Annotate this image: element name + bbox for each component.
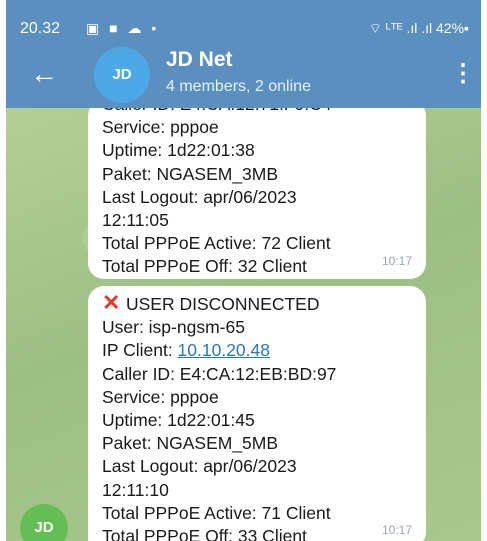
chat-title[interactable]: JD Net [166, 48, 233, 72]
notification-icons: ▣ ■ ☁ • [86, 20, 160, 36]
message-time: 10:17 [381, 522, 412, 537]
status-time: 20.32 [20, 20, 61, 37]
back-arrow-icon[interactable]: ← [26, 56, 62, 92]
message-line: Paket: NGASEM_5MB [102, 433, 279, 454]
message-bubble[interactable]: ✕ USER DISCONNECTED User: isp-ngsm-65 IP … [88, 286, 426, 541]
chat-messages-area[interactable]: Caller ID: E4:CA:12:71:F9:C4 Service: pp… [6, 108, 481, 541]
signal-battery-indicator: ⌔ ᴸᵀᴱ .ıl .ıl 42%▪ [368, 20, 469, 36]
message-line: Total PPPoE Off: 32 Client [102, 256, 307, 277]
phone-screen: 20.32 ▣ ■ ☁ • ⌔ ᴸᵀᴱ .ıl .ıl 42%▪ ← JD JD… [6, 0, 481, 541]
ip-label: IP Client: [102, 340, 178, 361]
more-options-icon[interactable]: ⋮ [451, 56, 475, 92]
ip-link[interactable]: 10.10.20.48 [178, 340, 270, 360]
message-line: Total PPPoE Off: 33 Client [102, 526, 307, 541]
message-line: Total PPPoE Active: 71 Client [102, 502, 331, 523]
message-line: Paket: NGASEM_3MB [102, 163, 279, 184]
group-avatar[interactable]: JD [94, 47, 150, 103]
message-line: Last Logout: apr/06/2023 [102, 456, 297, 477]
message-line: User: isp-ngsm-65 [102, 317, 245, 338]
message-line: Last Logout: apr/06/2023 [102, 186, 297, 207]
message-line: Service: pppoe [102, 117, 219, 138]
message-line: 12:11:10 [102, 479, 169, 500]
message-bubble[interactable]: Caller ID: E4:CA:12:71:F9:C4 Service: pp… [88, 108, 426, 279]
message-line: Total PPPoE Active: 72 Client [102, 233, 331, 254]
cross-mark-icon: ✕ [102, 290, 121, 315]
message-line: Uptime: 1d22:01:45 [102, 410, 255, 431]
message-line: IP Client: 10.10.20.48 [102, 339, 412, 362]
message-title: ✕ USER DISCONNECTED [102, 291, 412, 316]
sender-avatar[interactable]: JD [20, 504, 68, 541]
message-line: 12:11:05 [102, 210, 169, 231]
message-line: Service: pppoe [102, 386, 219, 407]
status-bar: 20.32 ▣ ■ ☁ • ⌔ ᴸᵀᴱ .ıl .ıl 42%▪ [6, 0, 481, 38]
message-title-text: USER DISCONNECTED [126, 294, 320, 314]
chat-header: ← JD JD Net 4 members, 2 online ⋮ [6, 38, 481, 108]
chat-member-status: 4 members, 2 online [166, 78, 311, 95]
message-line: Uptime: 1d22:01:38 [102, 140, 255, 161]
message-line: Caller ID: E4:CA:12:EB:BD:97 [102, 363, 337, 384]
message-line: Caller ID: E4:CA:12:71:F9:C4 [102, 108, 412, 116]
message-time: 10:17 [381, 253, 412, 268]
